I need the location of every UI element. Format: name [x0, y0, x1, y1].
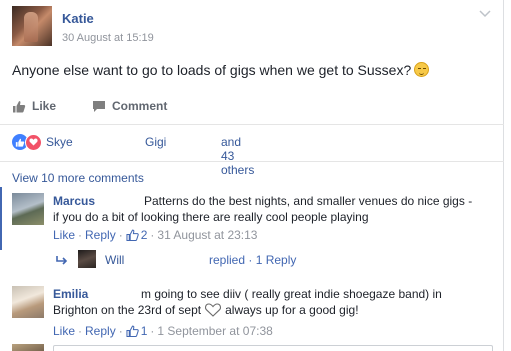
like-button-label: Like	[32, 99, 57, 113]
post-text-body: Anyone else want to go to loads of gigs …	[12, 62, 412, 78]
post-text: Anyone else want to go to loads of gigs …	[12, 62, 430, 78]
next-commenter-avatar[interactable]	[12, 344, 44, 351]
author-avatar[interactable]	[12, 6, 52, 46]
liker-name[interactable]: Gigi	[145, 135, 166, 149]
post-author[interactable]: Katie	[62, 11, 94, 26]
divider	[0, 161, 504, 162]
reply-count: 1 Reply	[255, 253, 297, 267]
post-actions: Like Comment	[12, 96, 203, 116]
relieved-face-emoji-icon	[414, 62, 430, 77]
comment-text-line2: Brighton on the 23rd of sept always up fo…	[53, 303, 359, 317]
reply-arrow-icon	[56, 256, 68, 265]
separator-dot: ·	[78, 324, 83, 338]
comment-meta: Like · Reply · 1 · 1 September at 07:38	[53, 324, 273, 338]
separator-dot: ·	[118, 228, 123, 242]
comment-like-count-value: 2	[140, 228, 148, 242]
comment-text-line1: Patterns do the best nights, and smaller…	[144, 194, 473, 208]
comment-timestamp[interactable]: 31 August at 23:13	[157, 228, 257, 242]
comment-text-line2-a: Brighton on the 23rd of sept	[53, 303, 202, 317]
divider	[0, 124, 504, 125]
love-reaction-icon	[25, 133, 42, 151]
view-more-comments-link[interactable]: View 10 more comments	[12, 171, 144, 185]
commenter-avatar[interactable]	[12, 286, 44, 318]
comment-icon	[93, 100, 106, 112]
comment-timestamp[interactable]: 1 September at 07:38	[157, 324, 272, 338]
separator-dot: ·	[150, 324, 155, 338]
comment-like-link[interactable]: Like	[53, 324, 75, 338]
comment-meta: Like · Reply · 2 · 31 August at 23:13	[53, 228, 257, 242]
comment-like-link[interactable]: Like	[53, 228, 75, 242]
separator-dot: ·	[78, 228, 83, 242]
comment-like-count-value: 1	[140, 324, 148, 338]
comment-reply-link[interactable]: Reply	[85, 228, 116, 242]
post-timestamp[interactable]: 30 August at 15:19	[62, 32, 154, 44]
reply-count-link[interactable]: replied · 1 Reply	[209, 253, 296, 267]
likers-others-link[interactable]: and 43 others	[221, 135, 254, 177]
highlight-bar	[0, 187, 2, 250]
commenter-name[interactable]: Marcus	[53, 194, 95, 208]
replier-name[interactable]: Will	[105, 253, 124, 267]
thumbs-up-outline-icon	[126, 325, 139, 337]
comment-reply-link[interactable]: Reply	[85, 324, 116, 338]
replier-avatar[interactable]	[78, 250, 96, 268]
comment-text-line2: if you do a bit of looking there are rea…	[53, 210, 369, 224]
heart-outline-emoji-icon	[205, 303, 222, 317]
comment-text-line1: m going to see diiv ( really great indie…	[141, 287, 442, 301]
liker-name[interactable]: Skye	[46, 135, 73, 149]
thumbs-up-icon	[13, 100, 26, 112]
like-button[interactable]: Like	[12, 99, 56, 113]
comment-like-count[interactable]: 1	[126, 324, 148, 338]
commenter-name[interactable]: Emilia	[53, 287, 88, 301]
separator-dot: ·	[118, 324, 123, 338]
comment-button-label: Comment	[112, 99, 168, 113]
replied-text: replied	[209, 253, 246, 267]
post-card: Katie 30 August at 15:19 Anyone else wan…	[0, 0, 504, 351]
comment-text-line2-b: always up for a good gig!	[225, 303, 359, 317]
chevron-down-icon[interactable]	[479, 10, 491, 18]
thumbs-up-outline-icon	[126, 229, 139, 241]
next-comment-box[interactable]	[53, 345, 493, 351]
separator-dot: ·	[150, 228, 155, 242]
comment-like-count[interactable]: 2	[126, 228, 148, 242]
commenter-avatar[interactable]	[12, 193, 44, 225]
comment-button[interactable]: Comment	[92, 99, 167, 113]
reactions-summary[interactable]: Skye Gigi and 43 others	[12, 133, 254, 177]
